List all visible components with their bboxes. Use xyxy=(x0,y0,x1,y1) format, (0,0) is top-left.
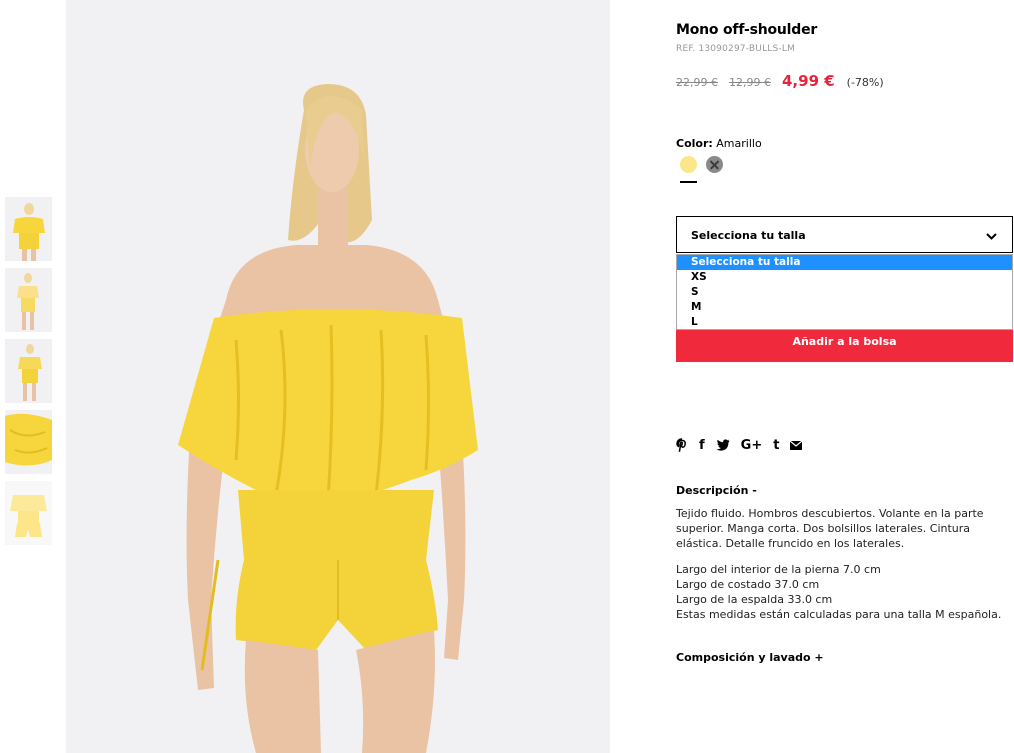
main-product-image[interactable] xyxy=(66,0,610,753)
measure-back-length: Largo de la espalda 33.0 cm xyxy=(676,593,833,606)
size-select[interactable]: Selecciona tu talla xyxy=(676,216,1013,253)
facebook-icon[interactable]: f xyxy=(699,437,705,453)
composition-toggle[interactable]: Composición y lavado + xyxy=(676,651,824,664)
size-option-xs[interactable]: XS xyxy=(677,270,1012,285)
measure-inseam: Largo del interior de la pierna 7.0 cm xyxy=(676,563,881,576)
color-swatch-yellow[interactable] xyxy=(680,156,697,173)
measurements-list: Largo del interior de la pierna 7.0 cm L… xyxy=(676,562,1014,622)
size-option-l[interactable]: L xyxy=(677,315,1012,330)
thumbnail-4[interactable] xyxy=(5,410,52,474)
product-title: Mono off-shoulder xyxy=(676,22,818,38)
sale-price: 4,99 € xyxy=(782,72,835,90)
description-text: Tejido fluido. Hombros descubiertos. Vol… xyxy=(676,506,1011,560)
tumblr-icon[interactable]: t xyxy=(773,437,779,453)
email-icon[interactable] xyxy=(790,437,803,453)
color-swatch-grey-unavailable[interactable] xyxy=(706,156,723,173)
description-toggle[interactable]: Descripción - xyxy=(676,484,757,497)
color-label: Color: xyxy=(676,137,713,150)
size-option-m[interactable]: M xyxy=(677,300,1012,315)
size-option-s[interactable]: S xyxy=(677,285,1012,300)
thumbnail-5[interactable] xyxy=(5,481,52,545)
thumbnail-1[interactable] xyxy=(5,197,52,261)
pinterest-icon[interactable] xyxy=(676,437,688,453)
discount-percentage: (-78%) xyxy=(846,76,884,89)
size-dropdown-list: Selecciona tu talla XS S M L xyxy=(676,254,1013,330)
google-plus-icon[interactable]: G+ xyxy=(741,437,763,453)
size-option-placeholder[interactable]: Selecciona tu talla xyxy=(677,255,1012,270)
chevron-down-icon xyxy=(985,228,998,247)
price-row: 22,99 € 12,99 € 4,99 € (-78%) xyxy=(676,72,884,90)
selected-swatch-indicator xyxy=(680,181,697,183)
product-reference: REF. 13090297-BULLS-LM xyxy=(676,44,796,54)
thumbnail-gallery xyxy=(5,197,52,552)
previous-price: 12,99 € xyxy=(729,76,771,89)
thumbnail-3[interactable] xyxy=(5,339,52,403)
original-price: 22,99 € xyxy=(676,76,718,89)
share-icons: f G+ t xyxy=(676,437,813,453)
color-label-row: Color: Amarillo xyxy=(676,137,762,150)
measure-side-length: Largo de costado 37.0 cm xyxy=(676,578,820,591)
color-value: Amarillo xyxy=(716,137,762,150)
description-paragraph: Tejido fluido. Hombros descubiertos. Vol… xyxy=(676,507,984,550)
measure-note: Estas medidas están calculadas para una … xyxy=(676,608,1002,621)
thumbnail-2[interactable] xyxy=(5,268,52,332)
size-select-value: Selecciona tu talla xyxy=(691,229,806,242)
twitter-icon[interactable] xyxy=(716,437,730,453)
